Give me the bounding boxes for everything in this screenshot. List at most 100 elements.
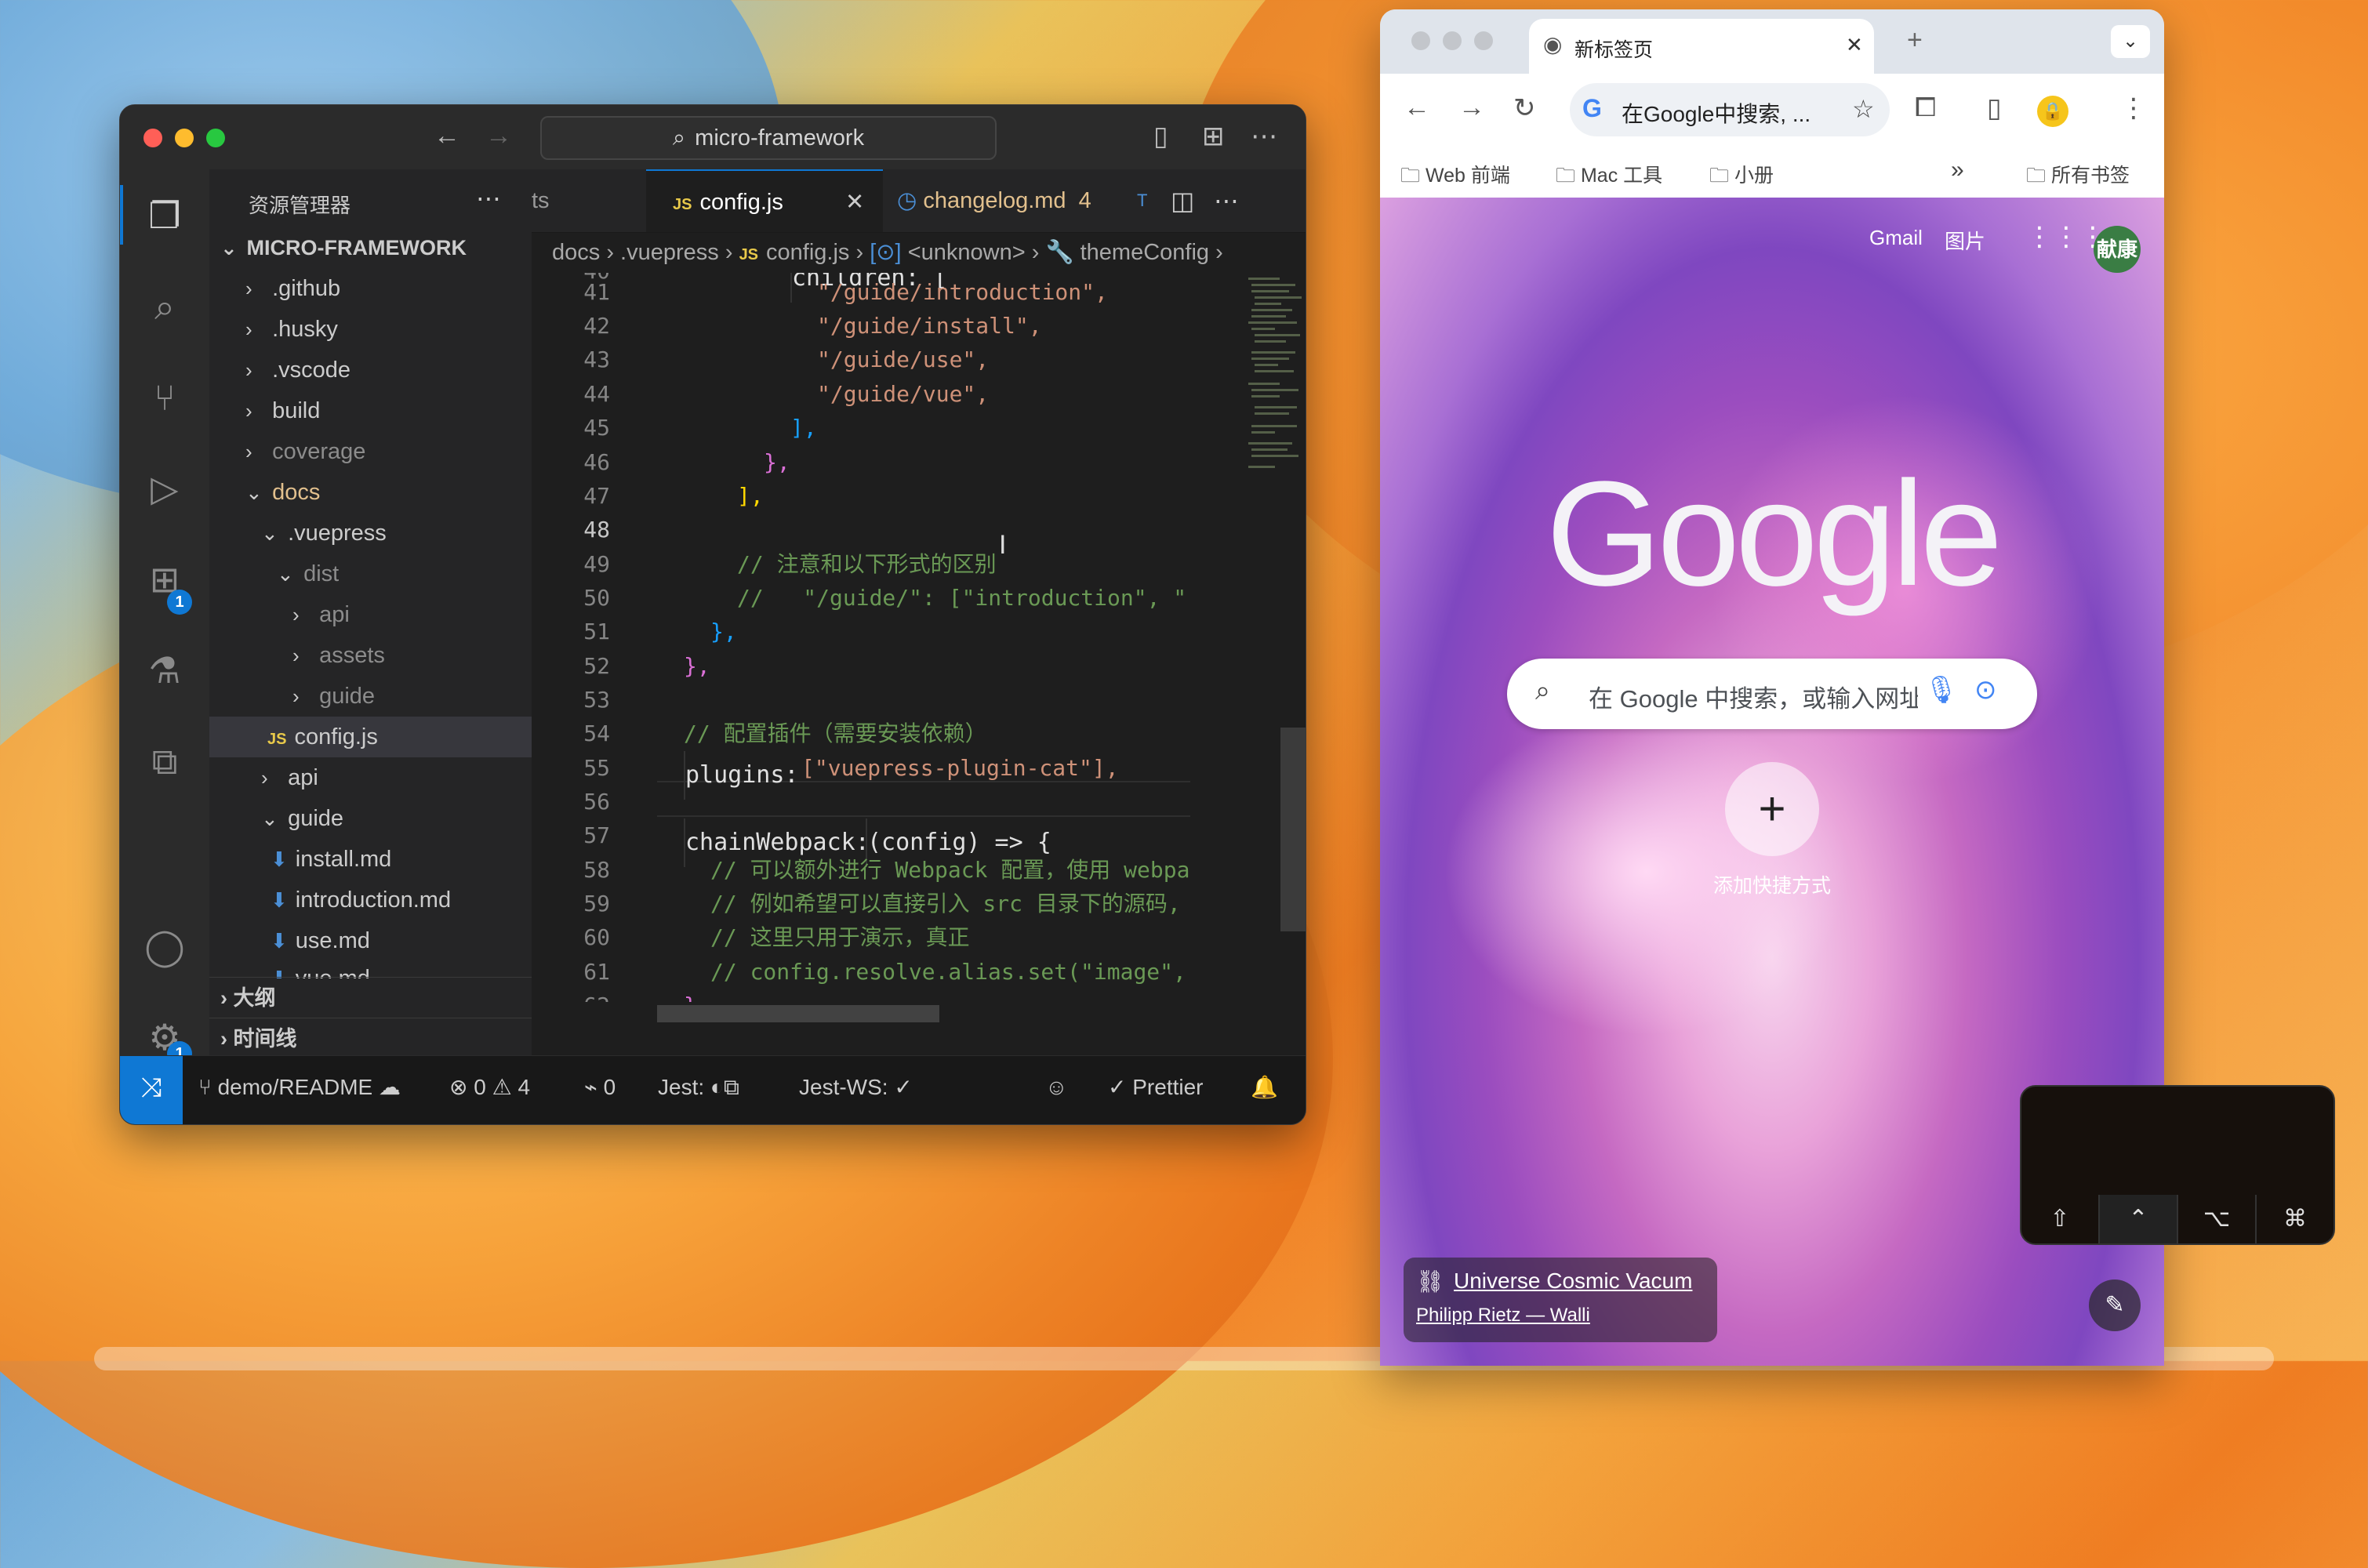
tab-config-js[interactable]: JS config.js ✕ — [646, 169, 883, 232]
tree-item[interactable]: › api — [209, 594, 532, 635]
minimap[interactable] — [1245, 273, 1306, 508]
tree-item[interactable]: › api — [209, 757, 532, 798]
jest-ws-status[interactable]: Jest-WS: ✓ — [799, 1056, 913, 1119]
problems-status[interactable]: ⊗ 0 ⚠ 4 — [449, 1056, 530, 1119]
run-debug-icon[interactable]: ▷ — [137, 461, 192, 516]
tree-root[interactable]: ⌄ MICRO-FRAMEWORK — [209, 227, 532, 268]
breadcrumb-item[interactable]: docs — [552, 240, 600, 265]
timeline-section[interactable]: › 时间线 — [209, 1018, 532, 1058]
all-bookmarks[interactable]: 🗀 所有书签 — [2026, 160, 2130, 194]
breadcrumb-item[interactable]: .vuepress — [620, 240, 719, 265]
source-control-icon[interactable]: ⑂ — [137, 370, 192, 425]
more-actions-icon[interactable]: ⋯ — [1214, 169, 1239, 232]
tree-item-selected[interactable]: JS config.js — [209, 717, 532, 757]
account-icon[interactable]: ◯ — [137, 919, 192, 974]
remote-explorer-icon[interactable]: ⧉ — [137, 734, 192, 789]
profile-lock-icon[interactable]: 🔒 — [2037, 96, 2068, 127]
testing-icon[interactable]: ⚗ — [137, 643, 192, 698]
zoom-window-button[interactable] — [1474, 31, 1493, 50]
branch-status[interactable]: ⑂ demo/README ☁ — [198, 1056, 401, 1119]
split-editor-icon[interactable]: ◫ — [1171, 169, 1194, 232]
tree-item[interactable]: ⌄ docs — [209, 472, 532, 513]
back-arrow-icon[interactable]: ← — [1404, 93, 1430, 123]
forward-arrow-icon[interactable]: → — [485, 121, 512, 151]
breadcrumb-item[interactable]: config.js — [766, 240, 849, 265]
close-tab-icon[interactable]: ✕ — [1846, 33, 1863, 57]
horizontal-scrollbar[interactable] — [657, 1005, 939, 1022]
bookmark-folder[interactable]: 🗀 Web 前端 — [1400, 160, 1510, 194]
side-panel-icon[interactable]: ▯ — [1987, 93, 2002, 124]
bookmarks-overflow-icon[interactable]: » — [1951, 157, 1964, 183]
add-shortcut-button[interactable]: + — [1725, 762, 1819, 856]
extensions-badge: 1 — [167, 590, 192, 615]
tree-item[interactable]: › assets — [209, 635, 532, 676]
tree-item[interactable]: › .vscode — [209, 350, 532, 390]
bookmark-star-icon[interactable]: ☆ — [1852, 94, 1875, 124]
remote-indicator-icon[interactable]: ⤨ — [120, 1056, 183, 1124]
tree-item[interactable]: › .github — [209, 268, 532, 309]
command-center-search[interactable]: ⌕ micro-framework — [540, 116, 997, 160]
tab-search-chevron-icon[interactable]: ⌄ — [2111, 25, 2150, 58]
new-tab-plus-icon[interactable]: + — [1907, 25, 1923, 56]
ports-status[interactable]: ⌁ 0 — [584, 1056, 616, 1119]
prettier-status[interactable]: ✓ Prettier — [1108, 1056, 1204, 1119]
tree-item[interactable]: ⬇ use.md — [209, 920, 532, 961]
tree-item[interactable]: › .husky — [209, 309, 532, 350]
jest-status[interactable]: Jest: ◐⧉ — [658, 1056, 739, 1119]
close-tab-icon[interactable]: ✕ — [845, 171, 864, 234]
tab-ts[interactable]: ts — [532, 169, 637, 232]
search-icon[interactable]: ⌕ — [137, 279, 192, 334]
vertical-scrollbar[interactable] — [1280, 728, 1306, 931]
breadcrumb-item[interactable]: <unknown> — [908, 240, 1026, 265]
extensions-puzzle-icon[interactable]: ⧠ — [1915, 93, 1936, 123]
reload-icon[interactable]: ↻ — [1513, 93, 1536, 124]
menu-kebab-icon[interactable]: ⋮ — [2120, 93, 2147, 124]
breadcrumb-item[interactable]: themeConfig — [1080, 240, 1209, 265]
images-link[interactable]: 图片 — [1945, 226, 1985, 255]
gmail-link[interactable]: Gmail — [1869, 226, 1923, 250]
chevron-right-icon: › — [292, 684, 300, 708]
tree-item[interactable]: ⬇ install.md — [209, 839, 532, 880]
background-credit[interactable]: ⛓ Universe Cosmic Vacum Philipp Rietz — … — [1404, 1258, 1717, 1342]
customize-pencil-icon[interactable]: ✎ — [2089, 1279, 2141, 1331]
close-window-button[interactable] — [143, 129, 162, 147]
tree-item[interactable]: ⌄ .vuepress — [209, 513, 532, 554]
tab-changelog[interactable]: ◷ changelog.md 4 — [897, 169, 1117, 232]
credit-title-link[interactable]: Universe Cosmic Vacum — [1454, 1269, 1692, 1294]
tree-item[interactable]: › guide — [209, 676, 532, 717]
sidebar-more-icon[interactable]: ⋯ — [476, 183, 501, 213]
tree-item[interactable]: ⌄ dist — [209, 554, 532, 594]
tree-item[interactable]: ⌄ guide — [209, 798, 532, 839]
google-lens-icon[interactable]: ⊙ — [1974, 674, 1997, 706]
tab-new-tab[interactable]: ◉ 新标签页 ✕ — [1529, 19, 1874, 74]
notifications-bell-icon[interactable]: 🔔 — [1251, 1056, 1278, 1119]
code-text: }, — [764, 449, 790, 475]
tab-overflow[interactable]: T — [1137, 169, 1160, 232]
bookmark-folder[interactable]: 🗀 小册 — [1709, 160, 1774, 194]
bookmark-folder[interactable]: 🗀 Mac 工具 — [1556, 160, 1662, 194]
microphone-icon[interactable]: 🎙 — [1924, 674, 1958, 706]
copilot-icon[interactable]: ☺ — [1045, 1056, 1068, 1119]
outline-section[interactable]: › 大纲 — [209, 977, 532, 1018]
tree-item[interactable]: › coverage — [209, 431, 532, 472]
address-bar[interactable]: G 在Google中搜索, ... ☆ — [1570, 83, 1890, 136]
toggle-sidebar-icon[interactable]: ▯ — [1153, 121, 1168, 152]
tree-item[interactable]: › build — [209, 390, 532, 431]
avatar[interactable]: 献康 — [2094, 226, 2141, 273]
minimize-window-button[interactable] — [1443, 31, 1462, 50]
line-number: 56 — [583, 789, 610, 815]
minimize-window-button[interactable] — [175, 129, 194, 147]
back-arrow-icon[interactable]: ← — [434, 121, 460, 151]
search-box[interactable]: ⌕ 在 Google 中搜索，或输入网址 🎙 ⊙ — [1507, 659, 2037, 729]
tree-item[interactable]: ⬇ introduction.md — [209, 880, 532, 920]
tree-item[interactable]: ⬇ vue.md — [209, 961, 532, 978]
explorer-sidebar: 资源管理器 ⋯ ⌄ MICRO-FRAMEWORK › .github › .h… — [209, 169, 584, 1058]
zoom-window-button[interactable] — [206, 129, 225, 147]
layout-icon[interactable]: ⊞ — [1202, 121, 1225, 152]
code-editor[interactable]: 40children: [ 41"/guide/introduction", 4… — [532, 273, 1237, 1002]
credit-author-link[interactable]: Philipp Rietz — Walli — [1416, 1305, 1590, 1327]
forward-arrow-icon[interactable]: → — [1458, 93, 1485, 123]
close-window-button[interactable] — [1411, 31, 1430, 50]
more-actions-icon[interactable]: ⋯ — [1251, 121, 1277, 152]
explorer-icon[interactable]: ❐ — [137, 188, 192, 243]
